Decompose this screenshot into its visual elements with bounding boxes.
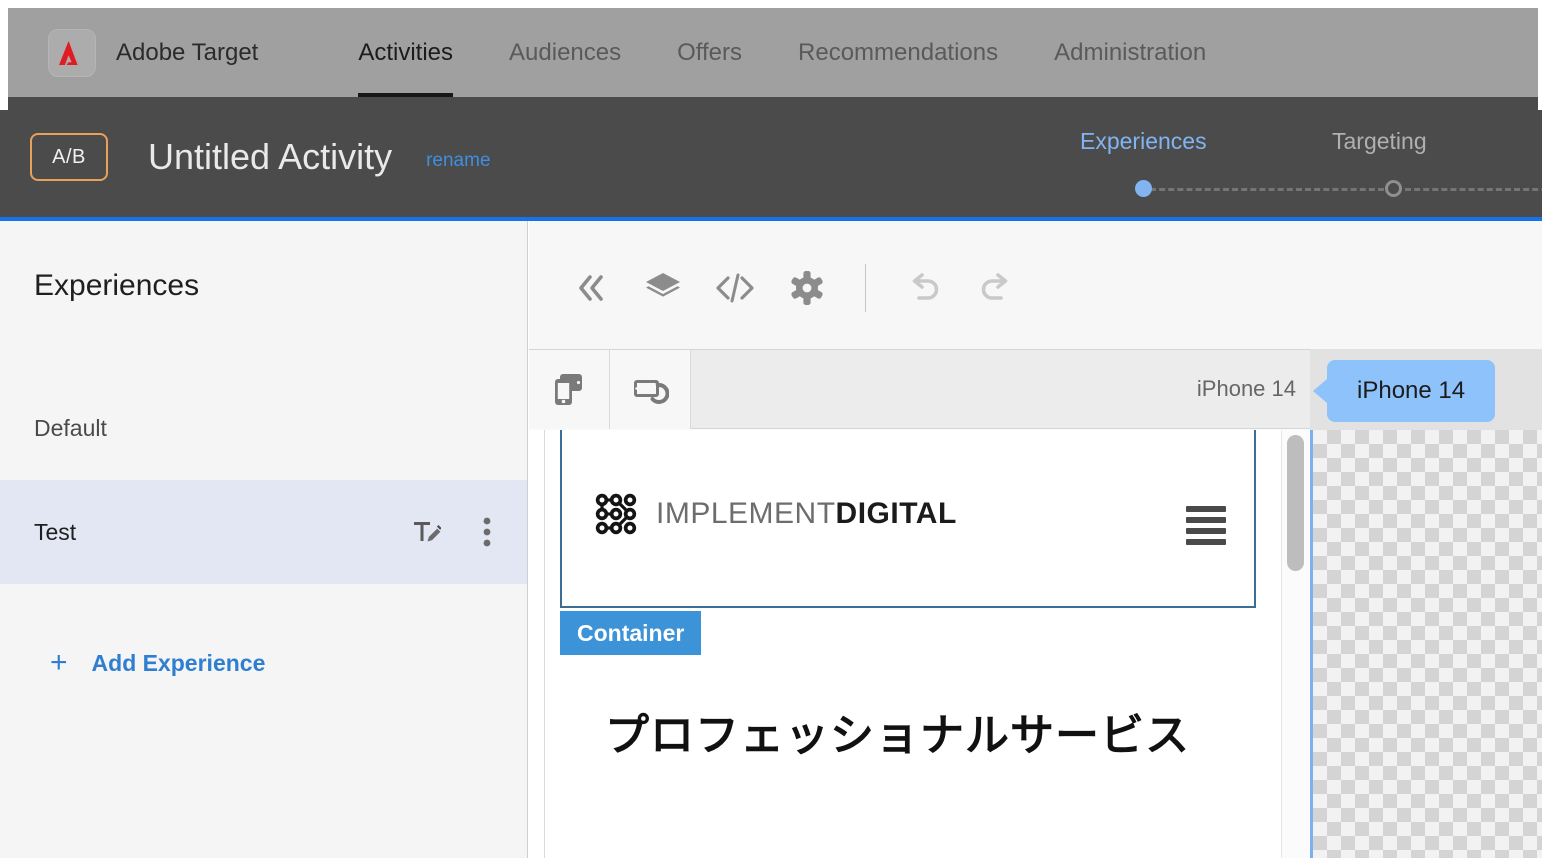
hamburger-menu-icon[interactable] (1186, 506, 1226, 545)
nav-tab-label: Offers (677, 38, 743, 66)
nav-tab-label: Audiences (509, 38, 622, 66)
global-nav-bar: Adobe Target Activities Audiences Offers… (0, 8, 1542, 97)
rename-link[interactable]: rename (426, 142, 490, 172)
undo-icon[interactable] (888, 252, 960, 324)
experience-row-test[interactable]: Test (0, 480, 527, 584)
editor-toolbar (529, 221, 1542, 354)
step-dot-current[interactable] (1135, 180, 1152, 197)
step-connector-1 (1150, 188, 1384, 191)
gear-icon[interactable] (771, 252, 843, 324)
hamburger-line (1186, 506, 1226, 512)
more-options-icon[interactable] (483, 517, 491, 547)
page-preview: IMPLEMENTDIGITAL Container プロフェッショナルサービス (529, 430, 1310, 858)
site-logo-word-bold: DIGITAL (835, 497, 957, 530)
experience-row-default[interactable]: Default (0, 377, 527, 480)
hamburger-line (1186, 539, 1226, 545)
activity-step-indicator: Experiences Targeting G (1060, 128, 1542, 208)
device-callout-tooltip[interactable]: iPhone 14 (1312, 360, 1496, 422)
preview-page-body: IMPLEMENTDIGITAL Container プロフェッショナルサービス (544, 430, 1280, 858)
device-preview-icon[interactable] (529, 349, 610, 429)
experience-row-actions (409, 516, 491, 548)
redo-icon[interactable] (960, 252, 1032, 324)
device-name-label: iPhone 14 (1196, 376, 1296, 401)
brand-home-link[interactable]: Adobe Target (48, 8, 258, 97)
nav-tab-label: Recommendations (798, 38, 999, 66)
plus-icon: + (50, 646, 68, 679)
preview-scrollbar-thumb[interactable] (1287, 435, 1304, 571)
collapse-panel-icon[interactable] (555, 252, 627, 324)
brand-label: Adobe Target (116, 38, 259, 66)
site-logo-wordmark: IMPLEMENTDIGITAL (656, 497, 957, 531)
step-track (1060, 180, 1542, 198)
layers-icon[interactable] (627, 252, 699, 324)
step-label-targeting[interactable]: Targeting (1332, 128, 1427, 155)
code-icon[interactable] (699, 252, 771, 324)
step-dot-upcoming[interactable] (1385, 180, 1402, 197)
add-experience-label: Add Experience (91, 649, 266, 676)
nav-tab-label: Activities (358, 38, 454, 66)
activity-title: Untitled Activity (148, 136, 393, 177)
step-label-experiences[interactable]: Experiences (1080, 128, 1207, 155)
window-left-edge (0, 0, 8, 110)
toolbar-divider (865, 263, 866, 312)
sidebar-title: Experiences (34, 269, 200, 302)
adobe-logo-icon (48, 28, 96, 77)
window-right-edge (1538, 0, 1542, 110)
activity-type-badge: A/B (30, 133, 108, 181)
window-top-edge (0, 0, 1542, 8)
step-connector-2 (1405, 188, 1542, 191)
visual-editor-area: iPhone 14 IMPLEMENTDIGITAL Container プロフ… (529, 221, 1542, 858)
hamburger-line (1186, 528, 1226, 534)
nav-tab-offers[interactable]: Offers (649, 8, 770, 97)
rotate-device-icon[interactable] (610, 349, 691, 429)
device-preview-bar: iPhone 14 (529, 349, 1310, 429)
selection-type-badge[interactable]: Container (560, 611, 702, 655)
selected-container-highlight[interactable]: IMPLEMENTDIGITAL (560, 430, 1256, 608)
site-logo[interactable]: IMPLEMENTDIGITAL (594, 492, 957, 536)
nav-tab-administration[interactable]: Administration (1026, 8, 1234, 97)
experience-label: Default (34, 415, 107, 441)
hamburger-line (1186, 517, 1226, 523)
transparent-canvas-area (1310, 430, 1542, 858)
preview-heading[interactable]: プロフェッショナルサービス (605, 699, 1190, 763)
global-nav-tabs: Activities Audiences Offers Recommendati… (330, 8, 1234, 97)
experiences-sidebar: Experiences Default Test + Add Experienc… (0, 221, 528, 858)
add-experience-button[interactable]: + Add Experience (50, 648, 265, 678)
nav-tab-label: Administration (1054, 38, 1207, 66)
nav-tab-activities[interactable]: Activities (330, 8, 481, 97)
site-logo-word-light: IMPLEMENT (656, 497, 836, 530)
adobe-target-visual-editor: Adobe Target Activities Audiences Offers… (0, 0, 1542, 858)
node-grid-logo-icon (594, 492, 638, 536)
rename-text-icon[interactable] (409, 516, 441, 548)
experience-label: Test (34, 518, 77, 545)
nav-tab-audiences[interactable]: Audiences (481, 8, 649, 97)
nav-tab-recommendations[interactable]: Recommendations (770, 8, 1026, 97)
